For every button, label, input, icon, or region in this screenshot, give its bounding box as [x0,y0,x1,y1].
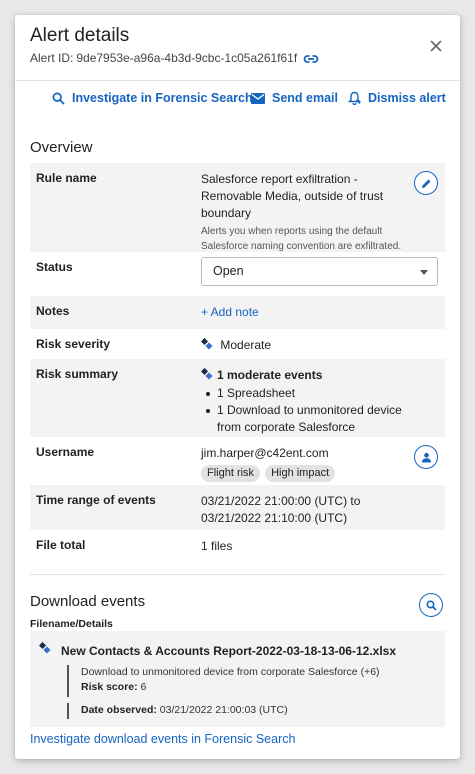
bell-off-icon [348,91,361,105]
time-range-row: Time range of events 03/21/2022 21:00:00… [30,485,445,530]
rule-name-row: Rule name Salesforce report exfiltration… [30,163,445,252]
alert-id-row: Alert ID: 9de7953e-a96a-4b3d-9cbc-1c05a2… [30,51,319,65]
overview-heading: Overview [30,139,93,156]
search-icon [52,92,65,105]
download-event-card: New Contacts & Accounts Report-2022-03-1… [30,631,445,727]
risk-summary-list: 1 Spreadsheet 1 Download to unmonitored … [201,385,421,436]
risk-severity-text: Moderate [220,338,272,352]
username-text: jim.harper@c42ent.com [201,446,329,460]
time-range-label: Time range of events [36,493,156,507]
risk-summary-label: Risk summary [36,367,119,381]
status-dropdown[interactable]: Open [201,257,438,286]
close-icon[interactable] [428,38,444,54]
panel-title: Alert details [30,25,130,46]
search-icon [425,599,437,611]
username-row: Username jim.harper@c42ent.com Flight ri… [30,437,445,485]
risk-severity-value: Moderate [201,337,421,354]
risk-summary-headline: 1 moderate events [201,367,421,384]
email-icon [251,92,265,104]
notes-value: + Add note [201,304,421,321]
risk-summary-value: 1 moderate events 1 Spreadsheet 1 Downlo… [201,367,421,436]
edit-rule-button[interactable] [414,171,438,195]
event-filename: New Contacts & Accounts Report-2022-03-1… [61,644,397,658]
file-total-value: 1 files [201,539,233,553]
alert-id-value: 9de7953e-a96a-4b3d-9cbc-1c05a261f61f [76,51,298,65]
username-value: jim.harper@c42ent.com Flight risk High i… [201,445,421,482]
dismiss-label: Dismiss alert [368,91,446,105]
file-total-label: File total [36,538,86,552]
event-detail-block: Download to unmonitored device from corp… [67,665,380,697]
file-total-row: File total 1 files [30,530,445,560]
risk-summary-row: Risk summary 1 moderate events 1 Spreads… [30,359,445,437]
event-risk-score: Risk score: 6 [81,680,380,695]
user-profile-button[interactable] [414,445,438,469]
user-icon [421,452,431,462]
rule-name-value: Salesforce report exfiltration - Removab… [201,171,413,254]
notes-label: Notes [36,304,70,318]
chevron-down-icon [420,270,428,275]
time-range-value: 03/21/2022 21:00:00 (UTC) to 03/21/2022 … [201,494,361,525]
list-item: 1 Spreadsheet [201,385,421,402]
section-divider [30,574,445,575]
risk-score-label: Risk score: [81,681,138,693]
date-observed-label: Date observed: [81,704,157,716]
send-email-label: Send email [272,91,338,105]
risk-summary-headline-text: 1 moderate events [217,368,323,382]
download-events-heading: Download events [30,593,146,610]
risk-severity-label: Risk severity [36,337,111,351]
panel-header: Alert details Alert ID: 9de7953e-a96a-4b… [15,15,460,81]
status-value: Open [213,264,244,278]
date-observed-value: 03/21/2022 21:00:03 (UTC) [159,704,288,716]
event-date-block: Date observed: 03/21/2022 21:00:03 (UTC) [67,703,288,719]
moderate-severity-icon [201,368,213,380]
status-row: Status Open [30,252,445,296]
alert-details-panel: Alert details Alert ID: 9de7953e-a96a-4b… [15,15,460,759]
investigate-forensic-search-button[interactable]: Investigate in Forensic Search [52,91,253,105]
user-risk-tags: Flight risk High impact [201,465,421,482]
copy-link-icon[interactable] [303,53,319,63]
pencil-icon [421,179,430,188]
moderate-severity-icon [39,642,51,654]
risk-tag: Flight risk [201,465,261,482]
list-item: 1 Download to unmonitored device from co… [201,402,421,436]
notes-row: Notes + Add note [30,296,445,329]
dismiss-alert-button[interactable]: Dismiss alert [348,91,446,105]
alert-id-label: Alert ID: [30,51,74,65]
status-label: Status [36,260,73,274]
investigate-download-events-link[interactable]: Investigate download events in Forensic … [30,732,295,746]
search-events-button[interactable] [419,593,443,617]
risk-score-value: 6 [140,681,147,693]
send-email-button[interactable]: Send email [251,91,338,105]
event-description: Download to unmonitored device from corp… [81,666,380,678]
risk-severity-row: Risk severity Moderate [30,329,445,359]
rule-name-text: Salesforce report exfiltration - Removab… [201,172,384,220]
rule-description: Alerts you when reports using the defaul… [201,226,402,252]
moderate-severity-icon [201,338,213,350]
add-note-link[interactable]: + Add note [201,305,259,319]
risk-tag: High impact [265,465,336,482]
filename-details-subheading: Filename/Details [30,618,113,630]
action-bar: Investigate in Forensic Search Send emai… [15,91,460,113]
username-label: Username [36,445,95,459]
rule-name-label: Rule name [36,171,97,185]
investigate-label: Investigate in Forensic Search [72,91,253,105]
